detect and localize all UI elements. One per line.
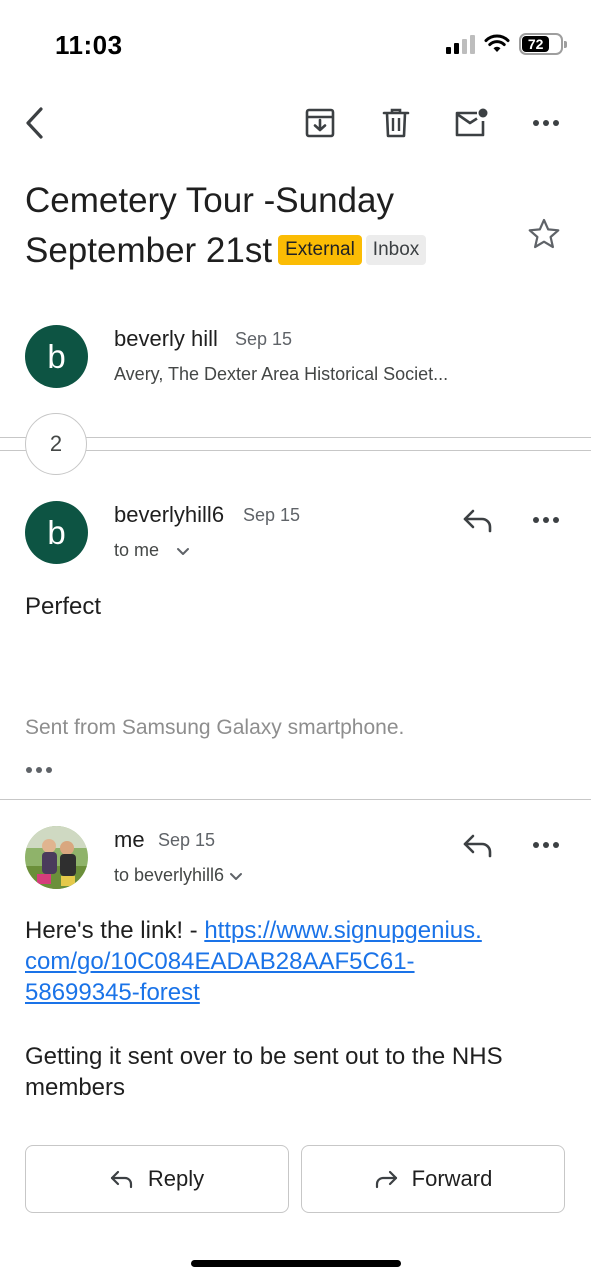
- mark-unread-button[interactable]: [451, 103, 491, 143]
- more-horizontal-icon: [533, 120, 559, 126]
- recipient-line: to me: [114, 540, 160, 560]
- message-snippet: Avery, The Dexter Area Historical Societ…: [114, 364, 449, 384]
- reply-icon: [463, 834, 492, 858]
- email-toolbar: [0, 95, 591, 151]
- chevron-down-icon: [177, 547, 190, 555]
- reply-label: Reply: [147, 1166, 205, 1191]
- status-time: 11:03: [55, 30, 123, 60]
- message-date: Sep 15: [243, 505, 301, 525]
- body-text: Here's the link! -: [25, 917, 205, 944]
- mark-unread-icon: [455, 108, 488, 137]
- forward-label: Forward: [411, 1166, 493, 1191]
- message-more-button[interactable]: [526, 500, 566, 540]
- sender-name: beverly hill: [114, 326, 218, 351]
- show-trimmed-content-button[interactable]: [25, 758, 57, 782]
- more-horizontal-icon: [533, 517, 559, 523]
- reply-all-button[interactable]: Reply: [25, 1145, 289, 1213]
- status-icons: 72: [446, 33, 567, 55]
- sender-name: me: [114, 827, 145, 852]
- forward-icon: [375, 1170, 397, 1189]
- home-indicator[interactable]: [191, 1260, 401, 1267]
- cellular-signal-icon: [446, 34, 475, 54]
- chevron-down-icon: [230, 872, 243, 880]
- trash-icon: [382, 108, 410, 138]
- more-horizontal-icon: [26, 767, 52, 773]
- message-divider: [0, 799, 591, 800]
- message-date: Sep 15: [158, 830, 216, 850]
- avatar: b: [25, 501, 88, 564]
- more-horizontal-icon: [533, 842, 559, 848]
- battery-level: 72: [527, 36, 544, 52]
- recipient-details-toggle[interactable]: to beverlyhill6: [114, 865, 244, 886]
- delete-button[interactable]: [376, 103, 416, 143]
- back-button[interactable]: [15, 103, 55, 143]
- collapsed-messages-count[interactable]: 2: [25, 413, 87, 475]
- archive-icon: [305, 108, 335, 138]
- recipient-details-toggle[interactable]: to me: [114, 540, 195, 561]
- label-external[interactable]: External: [278, 235, 362, 265]
- reply-icon: [463, 509, 492, 533]
- reply-icon: [110, 1170, 132, 1189]
- sender-name: beverlyhill6: [114, 502, 225, 527]
- status-bar: 11:03 72: [0, 0, 591, 90]
- label-inbox[interactable]: Inbox: [365, 235, 427, 265]
- recipient-line: to beverlyhill6: [114, 865, 225, 885]
- wifi-icon: [484, 34, 510, 52]
- message-body-line: Getting it sent over to be sent out to t…: [25, 1043, 503, 1101]
- collapsed-messages-bar[interactable]: [0, 437, 591, 451]
- avatar: b: [25, 325, 88, 388]
- message-more-button[interactable]: [526, 825, 566, 865]
- archive-button[interactable]: [300, 103, 340, 143]
- message-body: Perfect: [25, 593, 102, 620]
- star-button[interactable]: [524, 214, 564, 254]
- message-body: Here's the link! - https://www.signupgen…: [25, 915, 565, 1008]
- forward-button[interactable]: Forward: [301, 1145, 565, 1213]
- email-subject: Cemetery Tour -Sunday September 21st Exte…: [25, 176, 505, 276]
- star-outline-icon: [528, 218, 560, 249]
- message-date: Sep 15: [235, 329, 293, 349]
- reply-button[interactable]: [458, 500, 498, 540]
- more-options-button[interactable]: [526, 103, 566, 143]
- message-signature: Sent from Samsung Galaxy smartphone.: [25, 716, 405, 739]
- battery-icon: 72: [519, 33, 567, 55]
- back-chevron-icon: [26, 107, 43, 139]
- reply-button[interactable]: [458, 825, 498, 865]
- avatar-photo: [25, 826, 88, 889]
